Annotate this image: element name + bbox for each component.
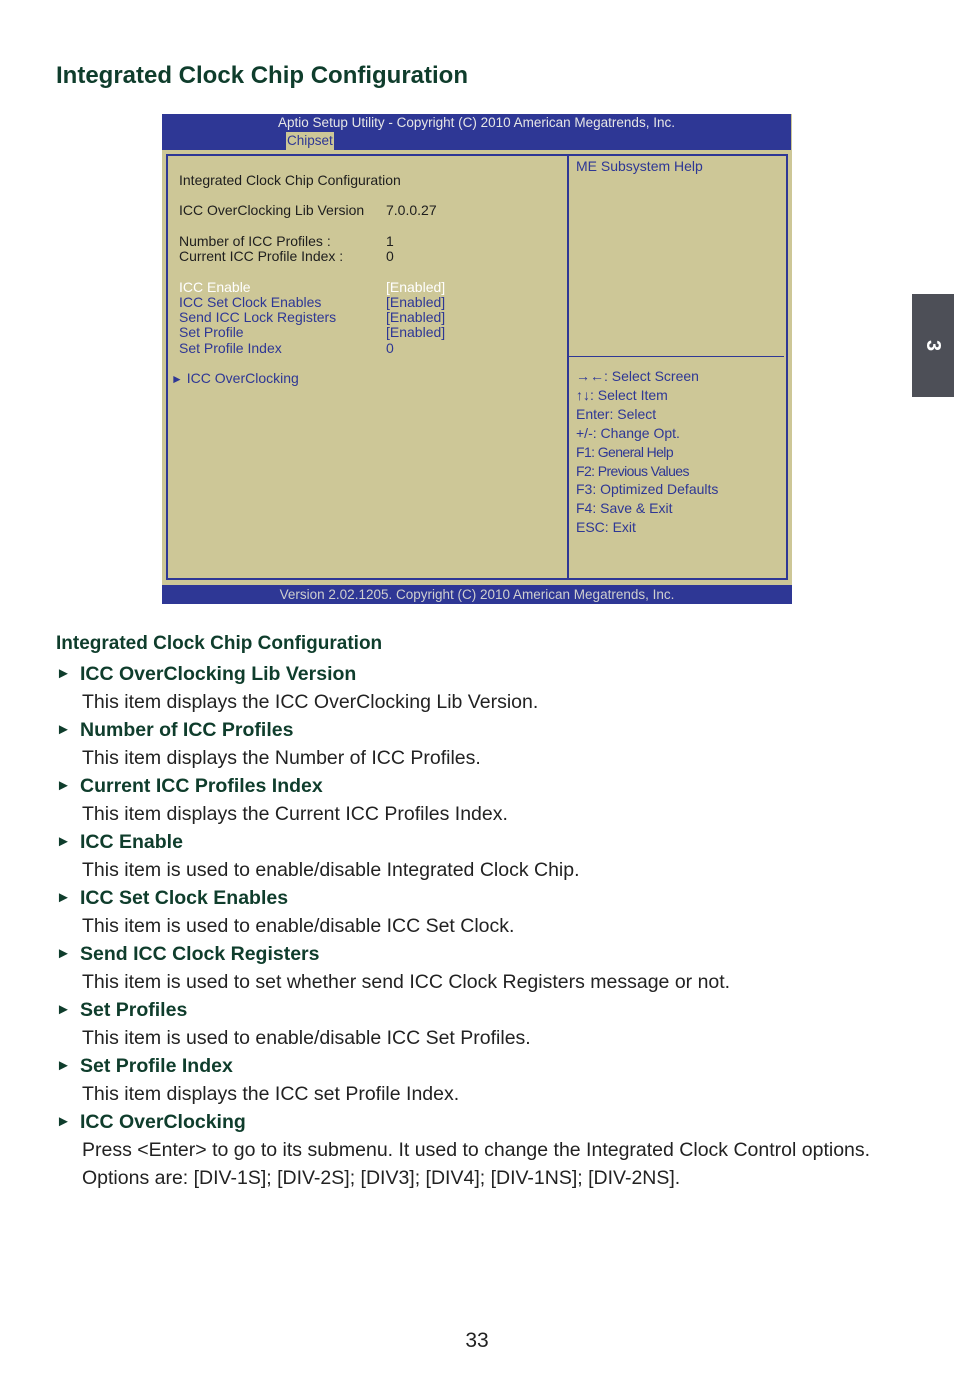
description-item-heading-text: Current ICC Profiles Index	[80, 775, 323, 797]
submenu-icc-overclocking[interactable]: ► ICC OverClocking	[171, 371, 299, 387]
description-item-heading-text: ICC Enable	[80, 831, 183, 853]
help-title: ME Subsystem Help	[576, 158, 703, 174]
page-title: Integrated Clock Chip Configuration	[56, 62, 468, 89]
description-item-body: This item displays the Number of ICC Pro…	[82, 747, 481, 769]
bios-header-title: Aptio Setup Utility - Copyright (C) 2010…	[278, 115, 675, 130]
description-item-body: This item displays the ICC set Profile I…	[82, 1083, 460, 1105]
description-item-heading: ► ICC OverClocking	[56, 1108, 916, 1136]
chapter-tab: 3	[912, 294, 954, 397]
arrow-right-icon: ►	[56, 665, 71, 682]
option-icc-set-clock-enables[interactable]: ICC Set Clock Enables	[179, 295, 321, 310]
description-item-heading: ► Set Profile Index	[56, 1052, 916, 1080]
key-help-f2: F2: Previous Values	[576, 463, 689, 479]
description-item-heading-text: Set Profile Index	[80, 1055, 233, 1077]
tab-chipset[interactable]: Chipset	[286, 132, 334, 150]
arrow-right-icon: ►	[56, 721, 71, 738]
bios-settings-panel: Integrated Clock Chip Configuration ICC …	[166, 154, 568, 580]
key-help-select-screen: →←: Select Screen	[576, 368, 699, 384]
option-send-icc-lock-registers[interactable]: Send ICC Lock Registers	[179, 310, 336, 325]
bios-help-panel: ME Subsystem Help →←: Select Screen ↑↓: …	[567, 154, 788, 580]
info-value-profiles: 1	[386, 233, 394, 249]
description-item-heading-text: Send ICC Clock Registers	[80, 943, 320, 965]
bios-section-title: Integrated Clock Chip Configuration	[179, 172, 401, 188]
description-item-body: Options are: [DIV-1S]; [DIV-2S]; [DIV3];…	[82, 1167, 681, 1189]
description-item-heading: ► Send ICC Clock Registers	[56, 940, 916, 968]
key-help-f1: F1: General Help	[576, 444, 674, 460]
description-item-heading: ► Current ICC Profiles Index	[56, 772, 916, 800]
description-title: Integrated Clock Chip Configuration	[56, 633, 383, 654]
option-icc-enable-value[interactable]: [Enabled]	[386, 280, 445, 295]
page-number: 33	[465, 1329, 489, 1352]
description-item-body: This item displays the Current ICC Profi…	[82, 803, 508, 825]
description-item-heading: ► Number of ICC Profiles	[56, 716, 916, 744]
option-icc-set-clock-enables-value[interactable]: [Enabled]	[386, 295, 445, 310]
description-item-heading-text: ICC Set Clock Enables	[80, 887, 289, 909]
bios-footer: Version 2.02.1205. Copyright (C) 2010 Am…	[162, 585, 792, 604]
description-section: Integrated Clock Chip Configuration ► ICC…	[56, 632, 916, 1192]
description-item-heading-text: ICC OverClocking Lib Version	[80, 663, 357, 685]
description-item-heading: ► ICC Enable	[56, 828, 916, 856]
submenu-label: ICC OverClocking	[186, 370, 299, 386]
description-item-heading-text: ICC OverClocking	[80, 1111, 246, 1133]
info-value-lib-version: 7.0.0.27	[386, 202, 437, 218]
info-label-profile-index: Current ICC Profile Index :	[179, 248, 344, 264]
key-help-change-opt: +/-: Change Opt.	[576, 425, 680, 441]
help-divider	[569, 356, 784, 357]
description-item-body: This item displays the ICC OverClocking …	[82, 691, 539, 713]
arrow-right-icon: ►	[56, 1057, 71, 1074]
option-set-profile[interactable]: Set Profile	[179, 325, 244, 340]
key-help-f4: F4: Save & Exit	[576, 500, 673, 516]
description-item-heading: ► ICC Set Clock Enables	[56, 884, 916, 912]
info-value-profile-index: 0	[386, 248, 394, 264]
arrow-right-icon: ►	[56, 833, 71, 850]
description-item-body: This item is used to enable/disable ICC …	[82, 1027, 531, 1049]
option-set-profile-value[interactable]: [Enabled]	[386, 325, 445, 340]
description-list: ► ICC OverClocking Lib Version This item d…	[56, 660, 916, 1192]
arrow-right-icon: ►	[56, 777, 71, 794]
option-set-profile-index[interactable]: Set Profile Index	[179, 341, 282, 356]
description-item-heading-text: Set Profiles	[80, 999, 188, 1021]
key-help-select-item: ↑↓: Select Item	[576, 387, 668, 403]
option-set-profile-index-value[interactable]: 0	[386, 341, 394, 356]
description-item-heading: ► Set Profiles	[56, 996, 916, 1024]
description-item-heading-text: Number of ICC Profiles	[80, 719, 294, 741]
bios-screenshot: Aptio Setup Utility - Copyright (C) 2010…	[162, 114, 792, 604]
arrow-right-icon: ►	[56, 1001, 71, 1018]
info-label-lib-version: ICC OverClocking Lib Version	[179, 202, 365, 218]
description-item-body: This item is used to set whether send IC…	[82, 971, 731, 993]
description-item-heading: ► ICC OverClocking Lib Version	[56, 660, 916, 688]
arrow-right-icon: ►	[56, 945, 71, 962]
arrow-right-icon: ►	[56, 889, 71, 906]
key-help-esc: ESC: Exit	[576, 519, 636, 535]
description-item-body: This item is used to enable/disable ICC …	[82, 915, 515, 937]
description-item-body: Press <Enter> to go to its submenu. It u…	[82, 1139, 871, 1161]
submenu-arrow-icon: ►	[171, 372, 183, 386]
arrow-right-icon: ►	[56, 1113, 71, 1130]
chapter-number: 3	[922, 339, 945, 352]
option-send-icc-lock-registers-value[interactable]: [Enabled]	[386, 310, 445, 325]
bios-header: Aptio Setup Utility - Copyright (C) 2010…	[162, 114, 791, 150]
description-item-body: This item is used to enable/disable Inte…	[82, 859, 580, 881]
key-help-f3: F3: Optimized Defaults	[576, 481, 719, 497]
key-help-enter: Enter: Select	[576, 406, 657, 422]
info-label-profiles: Number of ICC Profiles :	[179, 233, 331, 249]
option-icc-enable[interactable]: ICC Enable	[179, 280, 251, 295]
